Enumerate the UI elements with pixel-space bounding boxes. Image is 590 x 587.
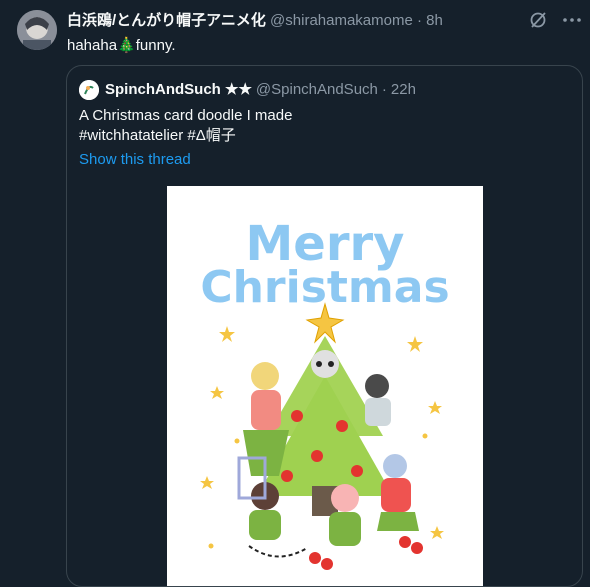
quoted-hashtags[interactable]: #witchhatatelier #Δ帽子 (79, 126, 292, 146)
quoted-avatar[interactable] (79, 80, 99, 100)
quoted-time[interactable]: 22h (391, 80, 416, 100)
quoted-author-name[interactable]: SpinchAndSuch ★★ (105, 80, 252, 100)
tweet-text: hahaha🎄funny. (67, 36, 176, 56)
christmas-card-image[interactable]: Merry Christmas (167, 186, 483, 586)
separator-dot: · (417, 12, 422, 29)
tweet-text-suffix: funny. (135, 37, 176, 54)
tweet-text-prefix: hahaha (67, 37, 118, 54)
author-avatar[interactable] (17, 10, 57, 50)
tweet-time[interactable]: 8h (426, 12, 443, 29)
quoted-text-line1: A Christmas card doodle I made (79, 107, 293, 124)
tweet-header: 白浜鴎/とんがり帽子アニメ化 @shirahamakamome · 8h (67, 11, 530, 31)
quoted-author-handle[interactable]: @SpinchAndSuch (256, 80, 378, 100)
author-handle[interactable]: @shirahamakamome (270, 12, 413, 29)
tweet-actions-top (528, 10, 582, 30)
more-icon[interactable] (562, 10, 582, 30)
author-name[interactable]: 白浜鴎/とんがり帽子アニメ化 (67, 12, 266, 29)
quoted-header: SpinchAndSuch ★★ @SpinchAndSuch · 22h (79, 80, 416, 100)
show-thread-link[interactable]: Show this thread (79, 150, 191, 170)
quoted-separator-dot: · (381, 81, 387, 98)
christmas-tree-emoji: 🎄 (117, 37, 136, 54)
quoted-text: A Christmas card doodle I made #witchhat… (79, 106, 292, 146)
grok-icon[interactable] (528, 10, 548, 30)
quoted-tweet[interactable]: SpinchAndSuch ★★ @SpinchAndSuch · 22h A … (66, 65, 583, 587)
